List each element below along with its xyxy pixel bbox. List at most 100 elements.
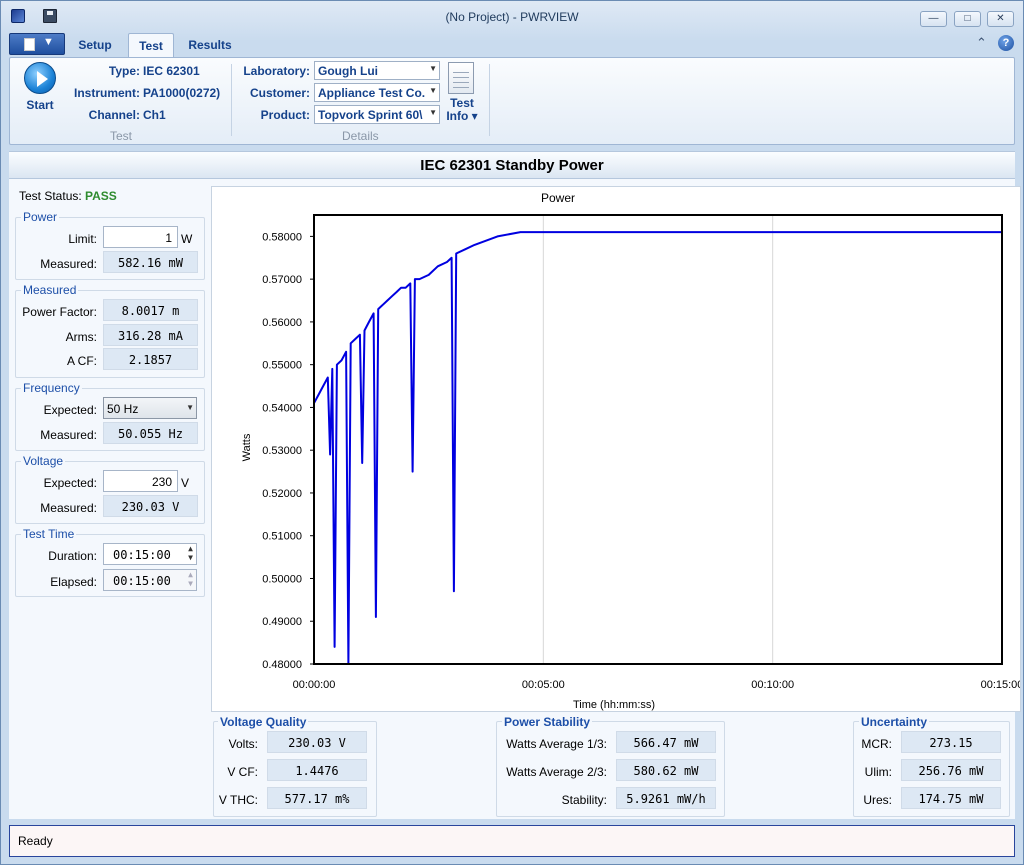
app-window: (No Project) - PWRVIEW — □ ✕ ▼ Setup Tes…: [0, 0, 1024, 865]
document-icon: [24, 38, 35, 51]
y-tick-label: 0.54000: [262, 402, 302, 414]
tab-results[interactable]: Results: [182, 33, 238, 57]
x-tick-label: 00:10:00: [751, 679, 794, 691]
laboratory-label: Laboratory:: [243, 64, 310, 78]
mcr-label: MCR:: [861, 737, 892, 751]
duration-label: Duration:: [48, 549, 97, 563]
ulim-value: 256.76 mW: [901, 759, 1001, 781]
main-content: Test Status: PASS Power Limit: 1 W Measu…: [9, 179, 1023, 819]
duration-stepper[interactable]: 00:15:00 ▲ ▼: [103, 543, 197, 565]
y-tick-label: 0.58000: [262, 231, 302, 243]
ribbon-panel: Start Type: IEC 62301 Instrument: PA1000…: [9, 57, 1015, 145]
chevron-down-icon: ▼: [429, 108, 437, 117]
limit-label: Limit:: [68, 232, 97, 246]
power-chart-panel: Power 00:00:00 00:05:00 00:10:00 00:15:00 0.4…: [211, 186, 1023, 712]
power-factor-value: 8.0017 m: [103, 299, 198, 321]
voltage-expected-unit: V: [181, 476, 190, 490]
frequency-group-title: Frequency: [21, 381, 82, 395]
power-measured-value: 582.16 mW: [103, 251, 198, 273]
voltage-quality-title: Voltage Quality: [218, 715, 309, 729]
chevron-down-icon: ▼: [429, 64, 437, 73]
product-combo[interactable]: Topvork Sprint 60\ ▼: [314, 105, 440, 124]
power-measured-label: Measured:: [40, 257, 97, 271]
avg13-label: Watts Average 1/3:: [506, 737, 607, 751]
customer-label: Customer:: [249, 86, 310, 100]
test-status-value: PASS: [85, 189, 117, 203]
channel-value: Ch1: [143, 108, 166, 122]
voltage-measured-value: 230.03 V: [103, 495, 198, 517]
vcf-value: 1.4476: [267, 759, 367, 781]
y-tick-label: 0.49000: [262, 616, 302, 628]
type-label: Type:: [108, 64, 140, 78]
spinner-icon: ▲ ▼: [188, 570, 193, 588]
y-tick-label: 0.56000: [262, 317, 302, 329]
duration-value: 00:15:00: [113, 548, 171, 562]
help-icon[interactable]: ?: [998, 35, 1014, 51]
voltage-expected-label: Expected:: [43, 476, 97, 490]
frequency-measured-value: 50.055 Hz: [103, 422, 198, 444]
test-time-group-title: Test Time: [21, 527, 77, 541]
chevron-down-icon: ▼: [429, 86, 437, 95]
stability-value: 5.9261 mW/h: [616, 787, 716, 809]
window-title: (No Project) - PWRVIEW: [445, 10, 579, 24]
vthc-value: 577.17 m%: [267, 787, 367, 809]
plot-frame: [313, 214, 1003, 665]
chart-title: Power: [541, 191, 575, 205]
spinner-icon[interactable]: ▲ ▼: [188, 544, 193, 562]
uncertainty-title: Uncertainty: [859, 715, 930, 729]
collapse-ribbon-icon[interactable]: ⌃: [976, 35, 987, 51]
power-stability-title: Power Stability: [502, 715, 593, 729]
close-button[interactable]: ✕: [987, 11, 1014, 27]
ures-label: Ures:: [863, 793, 892, 807]
application-menu-button[interactable]: ▼: [9, 33, 65, 55]
page-title: IEC 62301 Standby Power: [9, 151, 1015, 179]
x-tick-label: 00:00:00: [293, 679, 336, 691]
details-group-label: Details: [342, 129, 379, 143]
acf-value: 2.1857: [103, 348, 198, 370]
chevron-down-icon: ▼: [186, 403, 194, 412]
customer-combo[interactable]: Appliance Test Co. ▼: [314, 83, 440, 102]
notepad-icon[interactable]: [448, 62, 474, 94]
measured-group-title: Measured: [21, 283, 79, 297]
frequency-expected-label: Expected:: [43, 403, 97, 417]
product-value: Topvork Sprint 60\: [318, 108, 423, 122]
x-axis-label: Time (hh:mm:ss): [573, 699, 655, 711]
minimize-button[interactable]: —: [920, 11, 947, 27]
y-tick-label: 0.55000: [262, 360, 302, 372]
tab-setup[interactable]: Setup: [71, 33, 119, 57]
type-value: IEC 62301: [143, 64, 200, 78]
voltage-expected-input[interactable]: 230: [103, 470, 178, 492]
x-tick-label: 00:05:00: [522, 679, 565, 691]
maximize-button[interactable]: □: [954, 11, 981, 27]
y-tick-label: 0.52000: [262, 488, 302, 500]
test-info-label-2: Info ▾: [446, 109, 478, 123]
limit-input[interactable]: 1: [103, 226, 178, 248]
mcr-value: 273.15: [901, 731, 1001, 753]
limit-unit: W: [181, 232, 193, 246]
group-separator: [489, 64, 490, 136]
y-tick-label: 0.48000: [262, 659, 302, 671]
title-bar: (No Project) - PWRVIEW — □ ✕: [1, 1, 1023, 31]
instrument-value: PA1000(0272): [143, 86, 221, 100]
status-bar: Ready: [9, 825, 1015, 857]
test-info-button[interactable]: Test Info ▾: [442, 97, 482, 123]
instrument-label: Instrument:: [74, 86, 140, 100]
status-text: Ready: [18, 834, 53, 848]
tab-test[interactable]: Test: [128, 33, 174, 58]
start-label[interactable]: Start: [20, 98, 60, 112]
elapsed-stepper: 00:15:00 ▲ ▼: [103, 569, 197, 591]
frequency-measured-label: Measured:: [40, 428, 97, 442]
laboratory-value: Gough Lui: [318, 64, 378, 78]
series-line: [313, 231, 1002, 665]
avg23-label: Watts Average 2/3:: [506, 765, 607, 779]
vcf-label: V CF:: [227, 765, 258, 779]
ulim-label: Ulim:: [864, 765, 892, 779]
channel-label: Channel:: [88, 108, 140, 122]
test-group-label: Test: [110, 129, 133, 143]
laboratory-combo[interactable]: Gough Lui ▼: [314, 61, 440, 80]
power-factor-label: Power Factor:: [22, 305, 97, 319]
customer-value: Appliance Test Co.: [318, 86, 426, 100]
dropdown-arrow-icon: ▼: [43, 36, 54, 48]
volts-value: 230.03 V: [267, 731, 367, 753]
frequency-expected-select[interactable]: 50 Hz ▼: [103, 397, 197, 419]
